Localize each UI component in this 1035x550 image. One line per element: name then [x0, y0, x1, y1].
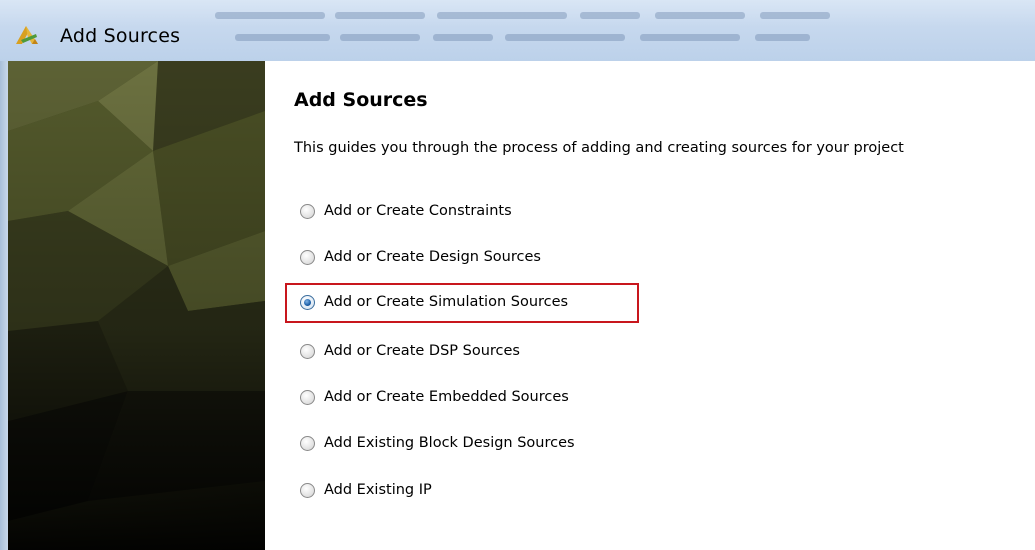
title-bar: Add Sources — [0, 0, 1035, 62]
page-subtitle: This guides you through the process of a… — [294, 140, 904, 156]
option-label: Add or Create DSP Sources — [324, 343, 520, 359]
option-add-create-simulation-sources[interactable]: Add or Create Simulation Sources — [300, 290, 568, 314]
radio-button[interactable] — [300, 482, 315, 498]
option-add-create-dsp-sources[interactable]: Add or Create DSP Sources — [300, 339, 520, 363]
window-title: Add Sources — [60, 25, 181, 47]
option-label: Add or Create Constraints — [324, 203, 512, 219]
page-heading: Add Sources — [294, 89, 428, 111]
radio-button[interactable] — [300, 343, 315, 359]
vivado-icon — [16, 26, 38, 44]
side-graphic — [8, 61, 265, 550]
option-label: Add or Create Simulation Sources — [324, 294, 569, 310]
option-label: Add Existing Block Design Sources — [324, 435, 575, 451]
option-label: Add Existing IP — [324, 482, 432, 498]
add-sources-dialog: Add Sources Add Sources This guides you … — [0, 0, 1035, 550]
radio-button[interactable] — [300, 389, 315, 405]
window-frame-left — [0, 61, 8, 550]
radio-button[interactable] — [300, 435, 315, 451]
radio-button-selected[interactable] — [300, 294, 315, 310]
title-bar-background-blur — [215, 8, 855, 48]
option-label: Add or Create Design Sources — [324, 249, 541, 265]
option-add-create-constraints[interactable]: Add or Create Constraints — [300, 199, 512, 223]
option-label: Add or Create Embedded Sources — [324, 389, 569, 405]
radio-button[interactable] — [300, 249, 315, 265]
option-add-existing-block-design-sources[interactable]: Add Existing Block Design Sources — [300, 431, 575, 455]
option-add-create-design-sources[interactable]: Add or Create Design Sources — [300, 245, 541, 269]
content-area: Add Sources This guides you through the … — [265, 61, 1035, 550]
radio-button[interactable] — [300, 203, 315, 219]
side-decoration-panel — [8, 61, 265, 550]
option-add-existing-ip[interactable]: Add Existing IP — [300, 478, 432, 502]
option-add-create-embedded-sources[interactable]: Add or Create Embedded Sources — [300, 385, 569, 409]
